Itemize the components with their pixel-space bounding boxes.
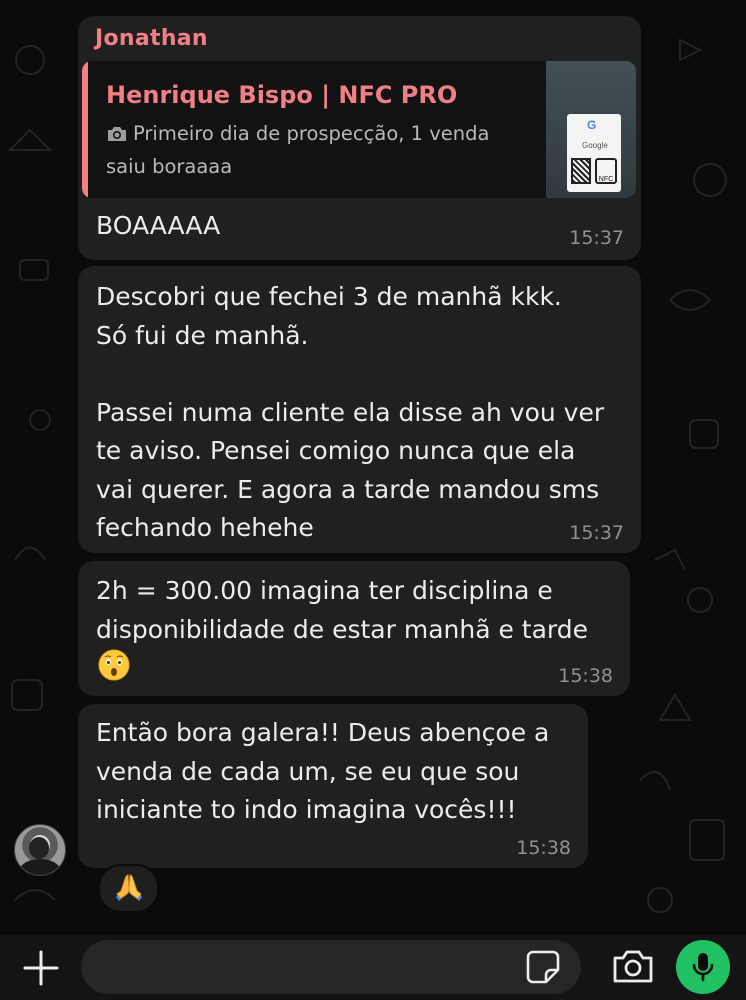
message-bubble[interactable]: 2h = 300.00 imagina ter disciplina e dis…: [78, 561, 630, 696]
quote-text-container: Primeiro dia de prospecção, 1 venda saiu…: [106, 119, 526, 182]
message-text: Então bora galera!! Deus abençoe a venda…: [96, 718, 550, 824]
quote-thumbnail: G Google NFC: [546, 61, 636, 198]
message-time: 15:37: [569, 522, 624, 544]
message-text: 2h = 300.00 imagina ter disciplina e dis…: [96, 576, 589, 644]
avatar-face: [29, 837, 49, 859]
quoted-message[interactable]: Henrique Bispo | NFC PRO Primeiro dia de…: [82, 61, 636, 198]
plus-icon[interactable]: [22, 949, 60, 987]
message-composer: [0, 935, 746, 1000]
avatar-shoulders: [20, 859, 60, 875]
reaction-badge[interactable]: [98, 864, 159, 913]
message-bubble[interactable]: Então bora galera!! Deus abençoe a venda…: [78, 704, 588, 868]
message-time: 15:37: [569, 227, 624, 249]
quote-text: Primeiro dia de prospecção, 1 venda saiu…: [106, 122, 490, 178]
hushed-face-emoji: [98, 649, 130, 681]
message-text: Descobri que fechei 3 de manhã kkk. Só f…: [96, 282, 605, 542]
praying-hands-emoji: [114, 873, 144, 905]
message-bubble[interactable]: Jonathan Henrique Bispo | NFC PRO Primei…: [78, 16, 641, 260]
sender-avatar[interactable]: [14, 824, 66, 876]
message-time: 15:38: [558, 665, 613, 687]
sender-name[interactable]: Jonathan: [95, 26, 208, 51]
quote-author: Henrique Bispo | NFC PRO: [106, 81, 458, 109]
message-bubble[interactable]: Descobri que fechei 3 de manhã kkk. Só f…: [78, 266, 641, 553]
message-time: 15:38: [516, 837, 571, 859]
sticker-icon[interactable]: [525, 949, 561, 985]
thumb-nfc-text: NFC: [595, 158, 617, 184]
camera-icon[interactable]: [611, 947, 655, 987]
message-input[interactable]: [81, 940, 581, 994]
quote-accent-bar: [82, 61, 88, 198]
nfc-card-image: G Google NFC: [567, 114, 621, 192]
thumb-google-text: Google: [582, 141, 608, 150]
google-logo-icon: G: [587, 118, 597, 132]
microphone-icon[interactable]: [676, 940, 730, 994]
camera-icon: [106, 122, 128, 152]
message-text: BOAAAAA: [96, 211, 221, 240]
qr-code-icon: [571, 158, 591, 184]
